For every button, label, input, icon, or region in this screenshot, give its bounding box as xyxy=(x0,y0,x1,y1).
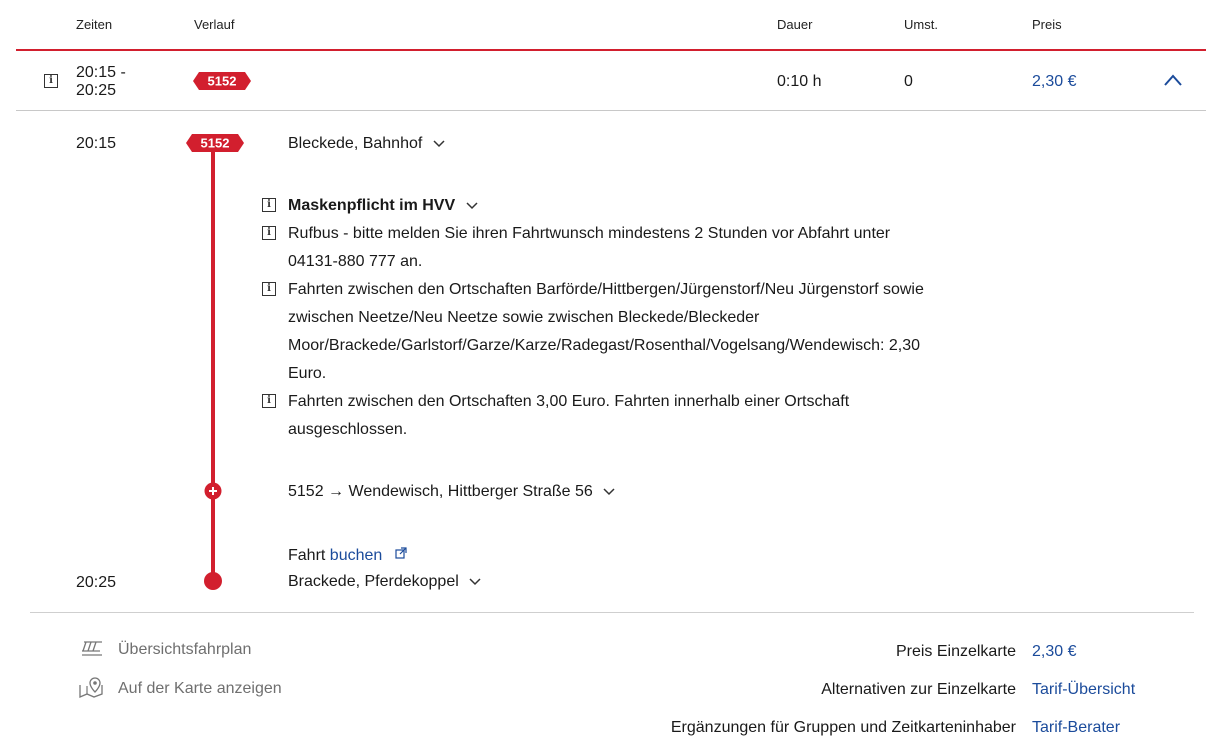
notice-rufbus: Rufbus - bitte melden Sie ihren Fahrtwun… xyxy=(288,225,891,270)
tariff-overview-link[interactable]: Tarif-Übersicht xyxy=(1032,681,1135,699)
chevron-down-icon[interactable] xyxy=(603,483,615,501)
info-icon: i xyxy=(262,282,276,296)
col-header-times: Zeiten xyxy=(76,17,113,32)
direction-arrow: → xyxy=(328,483,345,501)
arrival-stop-name: Brackede, Pferdekoppel xyxy=(288,573,459,591)
line-badge-shape: 5152 xyxy=(193,72,251,90)
notice-fare-zones: Fahrten zwischen den Ortschaften Barförd… xyxy=(288,281,924,382)
connection-changes: 0 xyxy=(904,73,913,90)
col-header-price: Preis xyxy=(1032,17,1062,32)
info-icon: i xyxy=(262,394,276,408)
arrival-time: 20:25 xyxy=(76,574,117,591)
footer-divider xyxy=(30,612,1194,613)
header-divider xyxy=(16,49,1206,51)
tariff-advisor-link[interactable]: Tarif-Berater xyxy=(1032,719,1120,737)
info-icon: i xyxy=(262,226,276,240)
connection-price[interactable]: 2,30 € xyxy=(1032,73,1076,91)
direction-info[interactable]: 5152 → Wendewisch, Hittberger Straße 56 xyxy=(288,483,615,501)
connection-time-range: 20:15 - 20:25 xyxy=(76,64,126,100)
booking-prefix: Fahrt xyxy=(288,547,326,564)
departure-time: 20:15 xyxy=(76,135,117,152)
chevron-down-icon[interactable] xyxy=(466,192,478,220)
notice-mask[interactable]: Maskenpflicht im HVV xyxy=(288,192,948,220)
chevron-down-icon[interactable] xyxy=(469,573,481,591)
notice-mask-text: Maskenpflicht im HVV xyxy=(288,197,456,215)
book-link[interactable]: buchen xyxy=(330,547,383,564)
col-header-route: Verlauf xyxy=(194,17,235,32)
connection-duration: 0:10 h xyxy=(777,73,822,90)
alternatives-label: Alternativen zur Einzelkarte xyxy=(821,681,1016,698)
chevron-down-icon[interactable] xyxy=(433,135,445,153)
info-icon: i xyxy=(262,198,276,212)
supplements-label: Ergänzungen für Gruppen und Zeitkartenin… xyxy=(670,719,1016,736)
col-header-duration: Dauer xyxy=(777,17,813,32)
notice-fare-local: Fahrten zwischen den Ortschaften 3,00 Eu… xyxy=(288,393,850,438)
price-single-label: Preis Einzelkarte xyxy=(895,643,1016,660)
timetable-link[interactable]: Übersichtsfahrplan xyxy=(118,641,251,659)
map-pin-icon xyxy=(78,677,106,704)
route-line xyxy=(211,150,215,582)
detail-line-badge-text: 5152 xyxy=(201,136,230,151)
chevron-up-icon[interactable] xyxy=(1163,73,1183,92)
arrival-stop[interactable]: Brackede, Pferdekoppel xyxy=(288,573,481,591)
external-link-icon[interactable] xyxy=(395,546,407,563)
departure-stop-name: Bleckede, Bahnhof xyxy=(288,135,423,153)
arrival-stop-dot xyxy=(204,572,222,590)
price-single-value[interactable]: 2,30 € xyxy=(1032,643,1076,661)
line-badge-text: 5152 xyxy=(208,74,237,89)
booking-line: Fahrt buchen xyxy=(288,546,407,565)
intermediate-stops-icon[interactable] xyxy=(204,482,222,505)
row-divider xyxy=(16,110,1206,111)
map-link[interactable]: Auf der Karte anzeigen xyxy=(118,680,282,698)
time-start: 20:15 - xyxy=(76,64,126,81)
detail-line-badge-shape: 5152 xyxy=(186,134,244,152)
direction-destination: Wendewisch, Hittberger Straße 56 xyxy=(348,483,593,501)
info-icon[interactable]: i xyxy=(44,74,58,88)
detail-line-badge: 5152 xyxy=(186,134,244,157)
col-header-changes: Umst. xyxy=(904,17,938,32)
direction-line: 5152 xyxy=(288,483,324,501)
departure-stop[interactable]: Bleckede, Bahnhof xyxy=(288,135,445,153)
time-end: 20:25 xyxy=(76,82,117,99)
timetable-icon xyxy=(80,640,104,663)
line-badge: 5152 xyxy=(193,72,251,95)
